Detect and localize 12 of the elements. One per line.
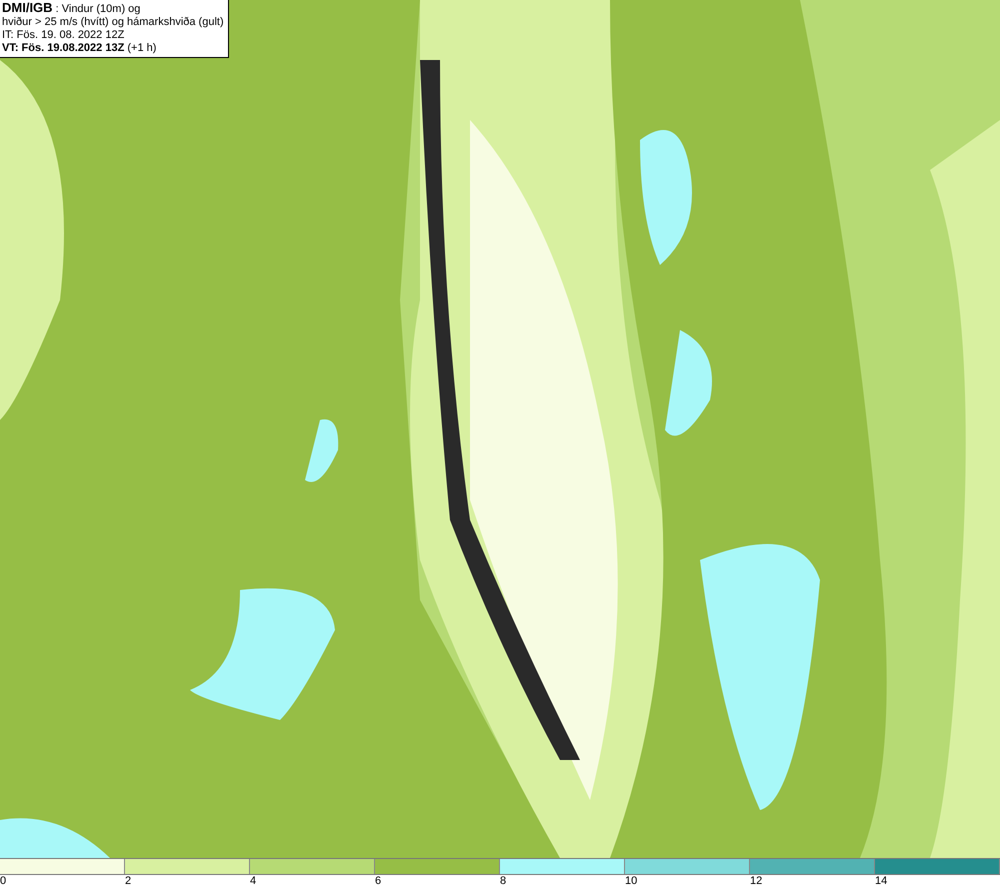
info-text: hviður > 25 m/s (hvítt) og hámarkshviða (gult) [2,16,224,29]
legend-label: 2 [125,875,132,887]
legend-label: 12 [750,875,762,887]
legend-label: 4 [250,875,256,887]
info-text: VT: Fös. 19.08.2022 13Z (+1 h) [2,42,158,55]
info-text: IT: Fös. 19. 08. 2022 12Z [2,29,126,42]
legend-label: 14 [875,875,888,887]
legend-label: 8 [500,875,506,887]
legend-label: 10 [625,875,638,887]
info-text: DMI/IGB : Vindur (10m) og [2,1,142,16]
legend-label: 0 [0,875,6,887]
legend-label: 6 [375,875,382,887]
